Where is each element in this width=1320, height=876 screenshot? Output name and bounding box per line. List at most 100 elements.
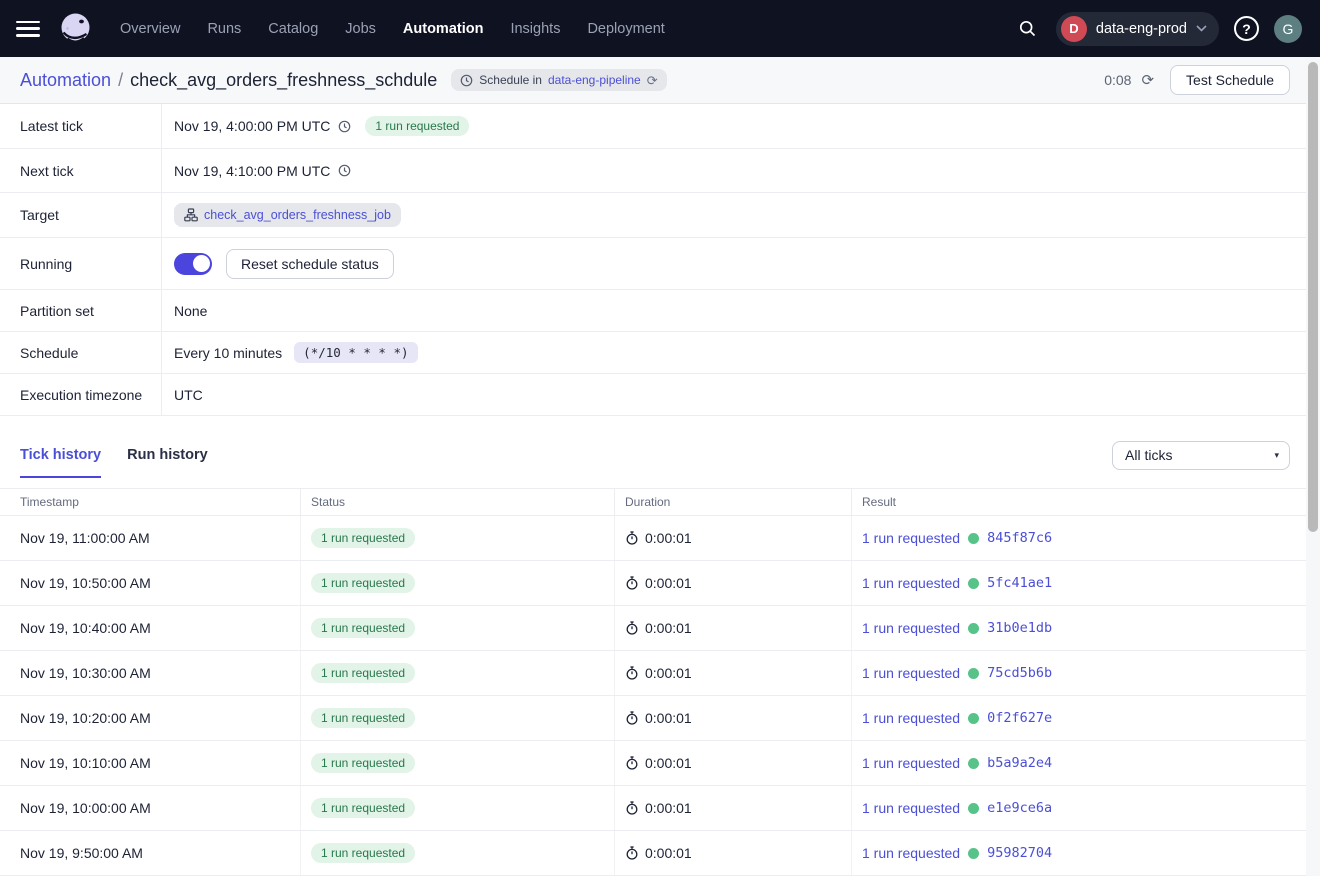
latest-tick-status-badge: 1 run requested xyxy=(365,116,469,136)
tick-result-link[interactable]: 1 run requested xyxy=(862,665,960,681)
run-id-link[interactable]: 0f2f627e xyxy=(987,710,1052,726)
detail-row-schedule: Schedule Every 10 minutes (*/10 * * * *) xyxy=(0,332,1320,374)
tick-status-badge: 1 run requested xyxy=(311,573,415,593)
nav-item-automation[interactable]: Automation xyxy=(403,21,484,37)
history-tabs-bar: Tick history Run history All ticks ▾ xyxy=(0,416,1320,488)
user-avatar[interactable]: G xyxy=(1274,15,1302,43)
schedule-label: Schedule xyxy=(0,332,162,373)
scrollbar-thumb[interactable] xyxy=(1308,62,1318,532)
tick-status-badge: 1 run requested xyxy=(311,708,415,728)
run-id-link[interactable]: b5a9a2e4 xyxy=(987,755,1052,771)
page: Overview Runs Catalog Jobs Automation In… xyxy=(0,0,1320,876)
run-id-link[interactable]: 845f87c6 xyxy=(987,530,1052,546)
tick-row: Nov 19, 10:50:00 AM 1 run requested 0:00… xyxy=(0,561,1306,606)
tick-status-badge: 1 run requested xyxy=(311,663,415,683)
next-tick-timestamp: Nov 19, 4:10:00 PM UTC xyxy=(174,163,330,179)
nav-item-deployment[interactable]: Deployment xyxy=(587,21,664,37)
tick-timestamp: Nov 19, 10:20:00 AM xyxy=(20,710,151,726)
running-label: Running xyxy=(0,238,162,289)
run-status-dot xyxy=(968,668,979,679)
tick-result-link[interactable]: 1 run requested xyxy=(862,755,960,771)
tick-duration: 0:00:01 xyxy=(645,575,692,591)
run-id-link[interactable]: 5fc41ae1 xyxy=(987,575,1052,591)
caret-down-icon: ▾ xyxy=(1274,450,1279,461)
tick-history-table: Timestamp Status Duration Result Nov 19,… xyxy=(0,488,1306,876)
tick-duration: 0:00:01 xyxy=(645,710,692,726)
stopwatch-icon xyxy=(625,531,639,545)
repository-link[interactable]: data-eng-pipeline xyxy=(548,73,641,87)
tick-duration: 0:00:01 xyxy=(645,665,692,681)
tick-filter-value: All ticks xyxy=(1125,447,1172,463)
badge-refresh-icon[interactable]: ⟳ xyxy=(647,74,658,87)
stopwatch-icon xyxy=(625,801,639,815)
tick-filter-dropdown[interactable]: All ticks ▾ xyxy=(1112,441,1290,470)
detail-row-partition-set: Partition set None xyxy=(0,290,1320,332)
partition-set-label: Partition set xyxy=(0,290,162,331)
help-icon[interactable]: ? xyxy=(1234,16,1259,41)
refresh-countdown: 0:08 xyxy=(1104,72,1131,88)
test-schedule-button[interactable]: Test Schedule xyxy=(1170,65,1290,95)
stopwatch-icon xyxy=(625,756,639,770)
nav-item-jobs[interactable]: Jobs xyxy=(345,21,376,37)
search-icon[interactable] xyxy=(1015,16,1041,42)
tick-result-link[interactable]: 1 run requested xyxy=(862,845,960,861)
tick-timestamp: Nov 19, 10:10:00 AM xyxy=(20,755,151,771)
tick-result-link[interactable]: 1 run requested xyxy=(862,620,960,636)
tick-timestamp: Nov 19, 10:50:00 AM xyxy=(20,575,151,591)
header-actions: 0:08 ⟳ Test Schedule xyxy=(1104,65,1290,95)
schedule-description: Every 10 minutes xyxy=(174,345,282,361)
tick-duration: 0:00:01 xyxy=(645,845,692,861)
tick-row: Nov 19, 10:30:00 AM 1 run requested 0:00… xyxy=(0,651,1306,696)
tick-status-badge: 1 run requested xyxy=(311,843,415,863)
run-status-dot xyxy=(968,803,979,814)
nav-item-runs[interactable]: Runs xyxy=(207,21,241,37)
latest-tick-label: Latest tick xyxy=(0,104,162,148)
stopwatch-icon xyxy=(625,666,639,680)
clock-icon xyxy=(338,120,351,133)
breadcrumb-separator: / xyxy=(118,70,123,91)
tick-result-link[interactable]: 1 run requested xyxy=(862,575,960,591)
stopwatch-icon xyxy=(625,576,639,590)
user-initial: G xyxy=(1283,21,1294,37)
tick-timestamp: Nov 19, 10:00:00 AM xyxy=(20,800,151,816)
col-header-timestamp: Timestamp xyxy=(0,489,300,515)
tick-timestamp: Nov 19, 9:50:00 AM xyxy=(20,845,143,861)
tick-duration: 0:00:01 xyxy=(645,620,692,636)
nav-item-insights[interactable]: Insights xyxy=(510,21,560,37)
target-job-link[interactable]: check_avg_orders_freshness_job xyxy=(204,208,391,222)
tick-row: Nov 19, 10:20:00 AM 1 run requested 0:00… xyxy=(0,696,1306,741)
tick-duration: 0:00:01 xyxy=(645,800,692,816)
tick-result-link[interactable]: 1 run requested xyxy=(862,530,960,546)
tick-status-badge: 1 run requested xyxy=(311,528,415,548)
menu-icon[interactable] xyxy=(16,21,40,37)
breadcrumb-automation-link[interactable]: Automation xyxy=(20,70,111,91)
nav-item-catalog[interactable]: Catalog xyxy=(268,21,318,37)
run-id-link[interactable]: e1e9ce6a xyxy=(987,800,1052,816)
target-job-pill[interactable]: check_avg_orders_freshness_job xyxy=(174,203,401,227)
run-status-dot xyxy=(968,848,979,859)
run-id-link[interactable]: 95982704 xyxy=(987,845,1052,861)
tick-result-link[interactable]: 1 run requested xyxy=(862,800,960,816)
tick-result-link[interactable]: 1 run requested xyxy=(862,710,960,726)
tick-timestamp: Nov 19, 11:00:00 AM xyxy=(20,530,150,546)
tick-row: Nov 19, 10:00:00 AM 1 run requested 0:00… xyxy=(0,786,1306,831)
nav-item-overview[interactable]: Overview xyxy=(120,21,180,37)
refresh-icon[interactable]: ⟳ xyxy=(1141,71,1154,89)
running-toggle[interactable] xyxy=(174,253,212,275)
scrollbar-track xyxy=(1306,58,1320,876)
run-id-link[interactable]: 75cd5b6b xyxy=(987,665,1052,681)
tab-tick-history[interactable]: Tick history xyxy=(20,447,101,478)
tab-run-history[interactable]: Run history xyxy=(127,447,208,478)
col-header-status: Status xyxy=(300,489,614,515)
workspace-name: data-eng-prod xyxy=(1096,21,1187,37)
nav-items: Overview Runs Catalog Jobs Automation In… xyxy=(120,21,665,37)
dagster-logo-icon[interactable] xyxy=(58,11,94,47)
reset-schedule-status-button[interactable]: Reset schedule status xyxy=(226,249,394,279)
detail-row-timezone: Execution timezone UTC xyxy=(0,374,1320,416)
workspace-switcher[interactable]: D data-eng-prod xyxy=(1056,12,1219,46)
detail-row-target: Target check_avg_orders_freshness_job xyxy=(0,193,1320,238)
timezone-label: Execution timezone xyxy=(0,374,162,415)
run-id-link[interactable]: 31b0e1db xyxy=(987,620,1052,636)
detail-row-running: Running Reset schedule status xyxy=(0,238,1320,290)
col-header-result: Result xyxy=(851,489,1306,515)
